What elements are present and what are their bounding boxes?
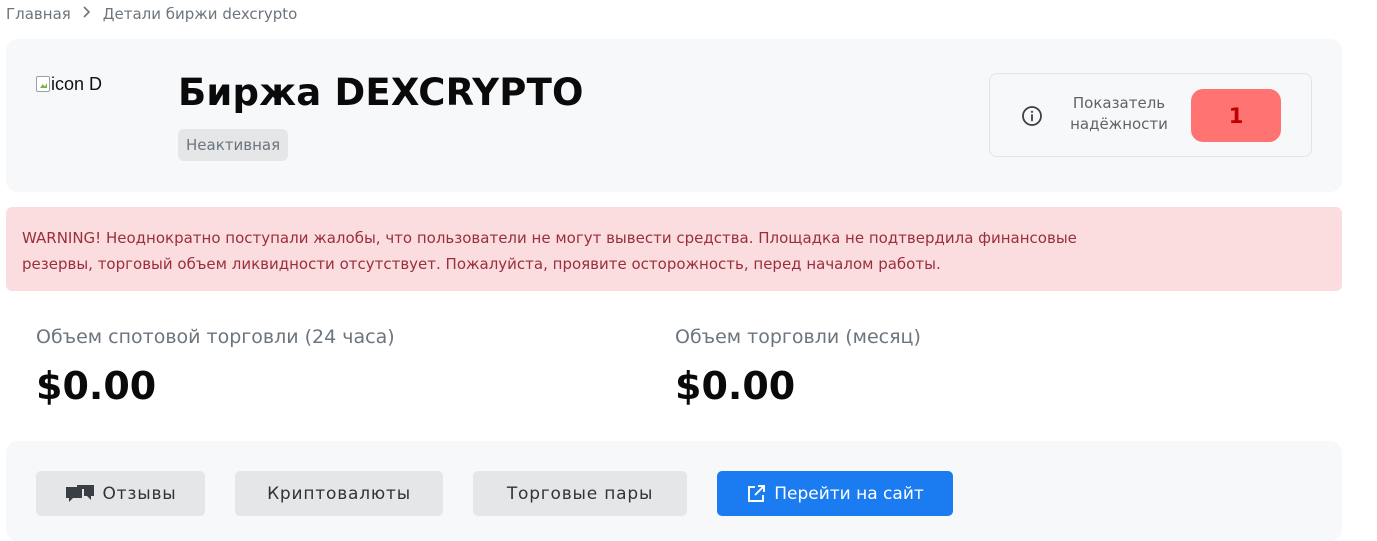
status-badge: Неактивная xyxy=(178,129,289,161)
breadcrumb-home-link[interactable]: Главная xyxy=(6,5,71,23)
external-link-icon xyxy=(746,484,766,504)
reviews-button[interactable]: Отзывы xyxy=(36,471,205,516)
page-title: Биржа DEXCRYPTO xyxy=(178,71,584,114)
exchange-logo: icon D xyxy=(36,71,136,97)
reliability-label-line1: Показатель xyxy=(1072,94,1166,112)
cryptocurrencies-button[interactable]: Криптовалюты xyxy=(235,471,443,516)
exchange-header-card: icon D Биржа DEXCRYPTO Неактивная Показа… xyxy=(6,39,1342,192)
broken-image-icon xyxy=(36,76,50,92)
trading-pairs-button[interactable]: Торговые пары xyxy=(473,471,687,516)
reliability-label: Показатель надёжности xyxy=(1054,93,1184,135)
warning-text-line2: резервы, торговый объем ликвидности отсу… xyxy=(22,255,941,273)
exchange-logo-alt: icon D xyxy=(51,73,103,94)
reliability-label-line2: надёжности xyxy=(1070,115,1168,133)
spot-volume-stat: Объем спотовой торговли (24 часа) $0.00 xyxy=(36,322,395,410)
chat-bubbles-icon xyxy=(65,484,95,504)
warning-text-line1: WARNING! Неоднократно поступали жалобы, … xyxy=(22,229,1077,247)
reviews-button-label: Отзывы xyxy=(102,483,177,504)
warning-alert: WARNING! Неоднократно поступали жалобы, … xyxy=(6,207,1342,291)
reliability-rating: Показатель надёжности 1 xyxy=(989,73,1312,157)
visit-site-button-label: Перейти на сайт xyxy=(774,483,924,504)
visit-site-button[interactable]: Перейти на сайт xyxy=(717,471,953,516)
monthly-volume-label: Объем торговли (месяц) xyxy=(675,326,921,348)
spot-volume-value: $0.00 xyxy=(36,364,157,408)
info-icon[interactable] xyxy=(1021,105,1043,127)
spot-volume-label: Объем спотовой торговли (24 часа) xyxy=(36,326,395,348)
breadcrumb-current: Детали биржи dexcrypto xyxy=(102,5,298,23)
breadcrumb: Главная Детали биржи dexcrypto xyxy=(6,3,297,25)
monthly-volume-stat: Объем торговли (месяц) $0.00 xyxy=(675,322,921,410)
actions-bar: Отзывы Криптовалюты Торговые пары Перейт… xyxy=(6,441,1342,541)
chevron-right-icon xyxy=(77,6,97,22)
monthly-volume-value: $0.00 xyxy=(675,364,796,408)
reliability-score: 1 xyxy=(1191,89,1281,142)
